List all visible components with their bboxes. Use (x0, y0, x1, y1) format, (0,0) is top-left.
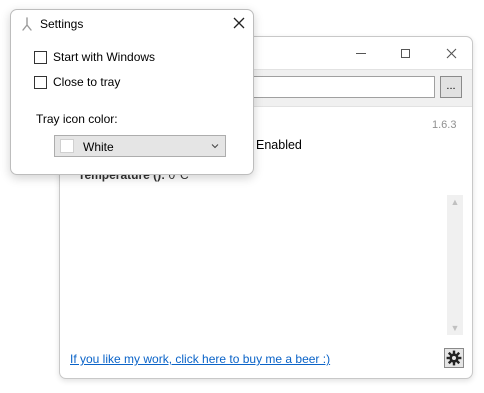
settings-dialog: Settings Start with Windows Close to tra… (10, 9, 254, 175)
main-close-button[interactable] (428, 37, 474, 69)
tray-icon-color-value: White (83, 140, 114, 154)
version-label: 1.6.3 (432, 119, 457, 131)
start-with-windows-option[interactable]: Start with Windows (34, 50, 155, 64)
screen: ... 1.6.3 Enabled Temperature (): 0°C ▲ … (0, 0, 484, 393)
close-to-tray-checkbox[interactable] (34, 75, 47, 89)
close-icon[interactable] (231, 15, 247, 31)
close-icon (446, 48, 456, 58)
start-with-windows-label: Start with Windows (53, 50, 156, 64)
chevron-down-icon[interactable]: ▼ (447, 321, 463, 335)
maximize-button[interactable] (382, 37, 428, 69)
minimize-icon (356, 52, 366, 54)
tray-icon-color-dropdown[interactable]: White (54, 135, 226, 157)
path-input[interactable] (250, 76, 435, 98)
browse-button[interactable]: ... (440, 76, 462, 98)
status-text: Enabled (256, 138, 302, 152)
donate-link[interactable]: If you like my work, click here to buy m… (70, 352, 330, 366)
close-to-tray-option[interactable]: Close to tray (34, 75, 120, 89)
color-swatch (60, 139, 74, 153)
start-with-windows-checkbox[interactable] (34, 50, 47, 64)
chevron-up-icon[interactable]: ▲ (447, 195, 463, 209)
vertical-scrollbar[interactable]: ▲ ▼ (447, 195, 463, 335)
gear-icon (446, 350, 462, 366)
settings-button[interactable] (444, 348, 464, 368)
app-icon (22, 17, 32, 31)
tray-icon-color-label: Tray icon color: (36, 112, 118, 126)
settings-title: Settings (40, 17, 84, 31)
close-to-tray-label: Close to tray (53, 75, 121, 89)
maximize-icon (400, 48, 410, 58)
minimize-button[interactable] (338, 37, 384, 69)
chevron-down-icon (211, 144, 219, 149)
